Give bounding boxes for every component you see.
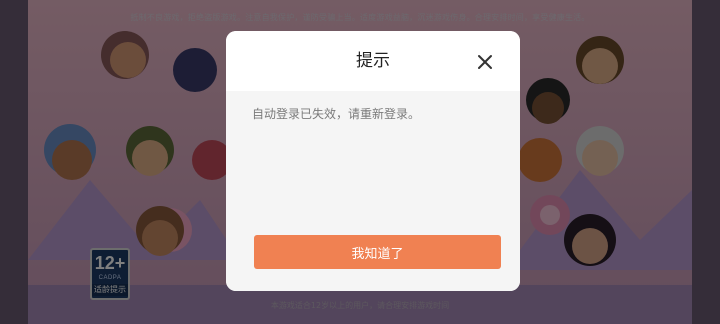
dialog-header: 提示 bbox=[226, 31, 520, 91]
dialog-body: 自动登录已失效，请重新登录。 我知道了 bbox=[226, 91, 520, 291]
login-expired-dialog: 提示 自动登录已失效，请重新登录。 我知道了 bbox=[226, 31, 520, 291]
acknowledge-button[interactable]: 我知道了 bbox=[254, 235, 501, 269]
close-icon bbox=[478, 55, 492, 69]
dialog-message: 自动登录已失效，请重新登录。 bbox=[252, 107, 421, 121]
close-button[interactable] bbox=[472, 49, 498, 75]
